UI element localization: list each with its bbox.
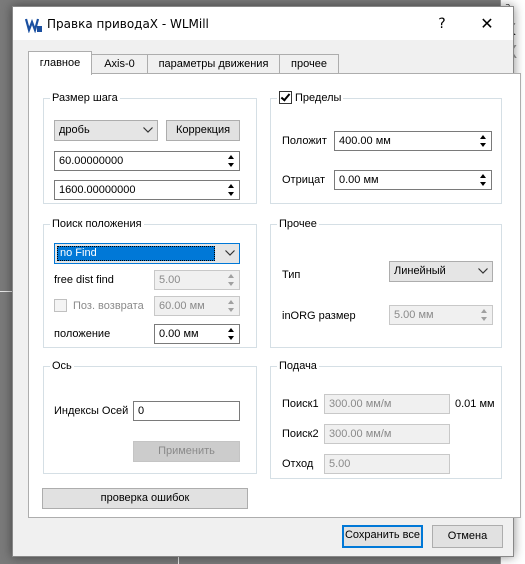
inorg-value: 5.00 мм [394,309,434,321]
negative-limit-value: 0.00 мм [339,174,379,186]
spin-down-icon[interactable] [225,190,238,198]
spin-down-icon[interactable] [477,141,490,149]
tab-motion-params[interactable]: параметры движения [147,54,280,74]
free-dist-spinbox[interactable]: 5.00 [154,270,240,290]
limits-checkbox[interactable] [279,91,292,104]
close-button[interactable]: ✕ [470,13,504,35]
search1-label: Поиск1 [282,398,319,410]
other-title: Прочее [277,217,319,231]
correction-button[interactable]: Коррекция [166,120,240,141]
search2-input[interactable]: 300.00 мм/м [324,424,450,444]
search1-extra: 0.01 мм [455,398,495,410]
spin-up-icon[interactable] [225,298,238,306]
help-button[interactable]: ? [425,13,459,35]
step-mode-value: дробь [59,124,90,136]
inorg-spinbox[interactable]: 5.00 мм [389,305,493,325]
background-divider [178,557,179,564]
spin-buttons[interactable] [225,298,238,314]
positive-limit-spinbox[interactable]: 400.00 мм [334,131,492,151]
position-search-title: Поиск положения [50,217,144,231]
tab-other[interactable]: прочее [279,54,339,74]
search-mode-select[interactable]: no Find [54,243,240,264]
type-select[interactable]: Линейный [389,261,493,282]
spin-buttons[interactable] [225,272,238,288]
return-pos-spinbox[interactable]: 60.00 мм [154,296,240,316]
limits-title: Пределы [295,92,342,104]
retreat-input[interactable]: 5.00 [324,454,450,474]
wlmill-logo-icon [25,18,42,33]
negative-limit-spinbox[interactable]: 0.00 мм [334,170,492,190]
spin-up-icon[interactable] [225,326,238,334]
position-value: 0.00 мм [159,328,199,340]
retreat-label: Отход [282,458,314,470]
step-mode-select[interactable]: дробь [54,120,158,141]
spin-up-icon[interactable] [478,307,491,315]
step-value2: 1600.00000000 [59,184,136,196]
position-search-group: Поиск положения no Find free dist find 5… [43,217,257,348]
spin-down-icon[interactable] [477,180,490,188]
tab-axis0[interactable]: Axis-0 [91,54,148,74]
step-value1: 60.00000000 [59,155,124,167]
tab-main[interactable]: главное [28,51,92,75]
return-pos-label: Поз. возврата [73,300,144,312]
background-divider [0,291,12,292]
limits-title-row: Пределы [277,91,344,105]
spin-buttons[interactable] [477,133,490,149]
return-pos-value: 60.00 мм [159,300,205,312]
other-group: Прочее Тип Линейный inORG размер 5.00 мм [270,217,502,348]
spin-down-icon[interactable] [225,306,238,314]
window-title: Правка приводаX - WLMill [47,17,209,31]
feed-title: Подача [277,359,319,373]
spin-buttons[interactable] [225,182,238,198]
error-check-button[interactable]: проверка ошибок [42,488,248,509]
negative-limit-label: Отрицат [282,174,326,186]
spin-down-icon[interactable] [225,280,238,288]
spin-buttons[interactable] [225,153,238,169]
spin-down-icon[interactable] [225,334,238,342]
search1-input[interactable]: 300.00 мм/м [324,394,450,414]
checkmark-icon [280,91,291,102]
spin-buttons[interactable] [225,326,238,342]
search-mode-value: no Find [57,246,215,261]
step-size-group: Размер шага дробь Коррекция 60.00000000 … [43,91,257,204]
search2-label: Поиск2 [282,428,319,440]
spin-up-icon[interactable] [225,272,238,280]
return-pos-checkbox[interactable] [54,299,67,312]
step-value2-spinbox[interactable]: 1600.00000000 [54,180,240,200]
positive-limit-label: Положит [282,135,327,147]
spin-buttons[interactable] [477,172,490,188]
feed-group: Подача Поиск1 300.00 мм/м 0.01 мм Поиск2… [270,359,502,479]
inorg-label: inORG размер [282,310,356,322]
axis-group: Ось Индексы Осей 0 Применить [43,359,257,474]
spin-buttons[interactable] [478,307,491,323]
positive-limit-value: 400.00 мм [339,135,391,147]
spin-up-icon[interactable] [225,153,238,161]
chevron-down-icon [225,250,235,256]
type-value: Линейный [394,265,446,277]
free-dist-label: free dist find [54,274,114,286]
axis-title: Ось [50,359,74,373]
limits-group: Пределы Положит 400.00 мм Отрицат 0.00 м… [270,91,502,204]
axis-indices-label: Индексы Осей [54,405,129,417]
position-spinbox[interactable]: 0.00 мм [154,324,240,344]
apply-button[interactable]: Применить [133,441,240,462]
cancel-button[interactable]: Отмена [432,525,503,548]
type-label: Тип [282,269,301,281]
chevron-down-icon [478,268,488,274]
spin-down-icon[interactable] [478,315,491,323]
step-size-title: Размер шага [50,91,120,105]
axis-indices-input[interactable]: 0 [133,401,240,421]
position-label: положение [54,328,111,340]
title-bar[interactable]: Правка приводаX - WLMill ? ✕ [13,7,513,40]
spin-up-icon[interactable] [225,182,238,190]
chevron-down-icon [143,127,153,133]
tab-panel-main: Размер шага дробь Коррекция 60.00000000 … [28,73,521,518]
step-value1-spinbox[interactable]: 60.00000000 [54,151,240,171]
spin-up-icon[interactable] [477,133,490,141]
save-all-button[interactable]: Сохранить все [342,525,423,548]
spin-down-icon[interactable] [225,161,238,169]
spin-up-icon[interactable] [477,172,490,180]
free-dist-value: 5.00 [159,274,181,286]
edit-drive-dialog: Правка приводаX - WLMill ? ✕ главное Axi… [12,6,521,557]
